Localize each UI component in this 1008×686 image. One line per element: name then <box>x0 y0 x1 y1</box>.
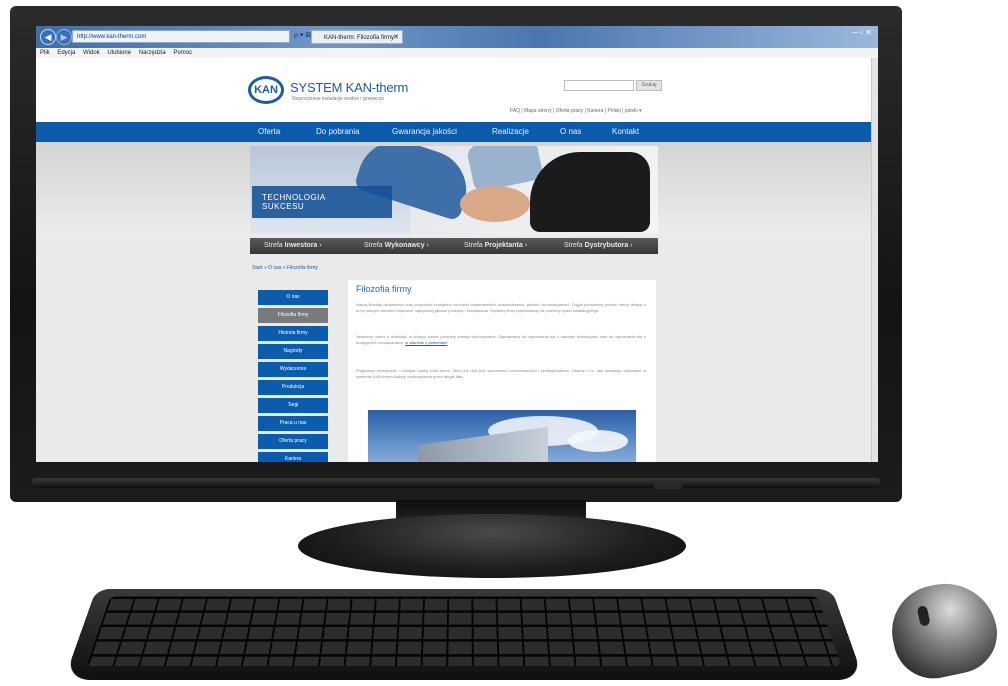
back-arrow-icon[interactable]: ◀ <box>40 29 56 45</box>
browser-tab[interactable]: KAN-therm: Filozofia firmy ✕ <box>311 30 403 44</box>
tab-close-icon[interactable]: ✕ <box>393 31 399 45</box>
content-link[interactable]: w zakresie z partnerami <box>405 340 447 345</box>
mouse-wheel <box>916 605 931 627</box>
power-button <box>654 483 682 489</box>
zone-link-inwestora[interactable]: Strefa Inwestora › <box>264 238 322 254</box>
monitor-screen: ◀ ▶ http://www.kan-therm.com ρ ▾ ⊠ C ✕ K… <box>36 26 878 462</box>
sidebar-item[interactable]: Historia firmy <box>258 326 328 341</box>
zone-link-wykonawcy[interactable]: Strefa Wykonawcy › <box>364 238 429 254</box>
hero-arm <box>530 152 650 232</box>
keyboard <box>64 589 864 680</box>
menu-item[interactable]: Widok <box>83 50 100 56</box>
sidebar-item[interactable]: Nagrody <box>258 344 328 359</box>
menu-item[interactable]: Plik <box>40 50 50 56</box>
zone-name: Dystrybutora <box>584 242 629 249</box>
zone-prefix: Strefa <box>464 242 483 249</box>
nav-item-realizacje[interactable]: Realizacje <box>492 122 529 142</box>
site-header: KAN SYSTEM KAN-therm Nowoczesne instalac… <box>36 58 872 122</box>
sidebar-item[interactable]: Kariera <box>258 452 328 462</box>
menu-item[interactable]: Ulubione <box>107 50 131 56</box>
photo-cloud <box>568 430 628 452</box>
page-title: Filozofia firmy <box>356 284 412 294</box>
nav-item-oferta[interactable]: Oferta <box>258 122 280 142</box>
zone-bar: Strefa Inwestora › Strefa Wykonawcy › St… <box>250 238 658 254</box>
building-photo <box>368 410 636 462</box>
main-navigation: Oferta Do pobrania Gwarancja jakości Rea… <box>36 122 872 142</box>
top-links[interactable]: FAQ | Mapa strony | Oferta pracy | Karie… <box>510 108 642 114</box>
zone-prefix: Strefa <box>564 242 583 249</box>
browser-titlebar: ◀ ▶ http://www.kan-therm.com ρ ▾ ⊠ C ✕ K… <box>36 26 878 48</box>
content-paragraph: Jesteśmy dumni z realizacji, w których n… <box>356 334 646 346</box>
zone-link-dystrybutora[interactable]: Strefa Dystrybutora › <box>564 238 633 254</box>
zone-link-projektanta[interactable]: Strefa Projektanta › <box>464 238 527 254</box>
search-input[interactable] <box>564 80 634 91</box>
address-bar[interactable]: http://www.kan-therm.com <box>72 30 290 43</box>
zone-name: Projektanta <box>484 242 523 249</box>
window-controls[interactable]: ─ ▫ ✕ <box>852 28 872 37</box>
main-content: Filozofia firmy Naszą filozofię działaln… <box>348 280 656 462</box>
zone-prefix: Strefa <box>264 242 283 249</box>
sidebar-item[interactable]: Produkcja <box>258 380 328 395</box>
monitor-stand <box>298 514 686 578</box>
menu-item[interactable]: Edycja <box>57 50 75 56</box>
content-paragraph: Pragniemy wzmacniać i rozwijać markę KAN… <box>356 368 646 379</box>
zone-name: Wykonawcy <box>384 242 425 249</box>
menu-item[interactable]: Narzędzia <box>139 50 166 56</box>
logo-tagline: Nowoczesne instalacje wodne i grzewcze <box>292 96 384 102</box>
sidebar-menu: O nas Filozofia firmy Historia firmy Nag… <box>258 290 328 462</box>
content-paragraph: Naszą filozofię działalności oraz przysz… <box>356 302 646 313</box>
sidebar-item-active[interactable]: Filozofia firmy <box>258 308 328 323</box>
nav-item-do-pobrania[interactable]: Do pobrania <box>316 122 360 142</box>
nav-item-o-nas[interactable]: O nas <box>560 122 581 142</box>
hero-banner: TECHNOLOGIA SUKCESU <box>250 146 658 234</box>
mouse <box>883 574 1005 686</box>
sidebar-item[interactable]: Praca u nas <box>258 416 328 431</box>
web-page: KAN SYSTEM KAN-therm Nowoczesne instalac… <box>36 58 872 462</box>
nav-item-gwarancja[interactable]: Gwarancja jakości <box>392 122 457 142</box>
forward-arrow-icon[interactable]: ▶ <box>56 29 72 45</box>
hero-label-line: TECHNOLOGIA <box>262 193 326 202</box>
paragraph-text: Jesteśmy dumni z realizacji, w których n… <box>356 334 646 345</box>
hero-label: TECHNOLOGIA SUKCESU <box>252 186 392 218</box>
sidebar-item[interactable]: Oferta pracy <box>258 434 328 449</box>
tab-label: KAN-therm: Filozofia firmy <box>324 35 395 41</box>
menu-item[interactable]: Pomoc <box>173 50 192 56</box>
photo-building <box>418 426 548 462</box>
search-button[interactable]: Szukaj <box>636 80 662 91</box>
page-scrollbar[interactable] <box>871 58 878 462</box>
zone-prefix: Strefa <box>364 242 383 249</box>
keyboard-keys <box>86 596 842 667</box>
monitor-bottom-strip <box>32 478 880 488</box>
kan-logo-icon[interactable]: KAN <box>248 76 284 104</box>
hero-hands <box>460 186 530 222</box>
logo-text[interactable]: SYSTEM KAN-therm <box>290 80 408 95</box>
sidebar-item[interactable]: Wydarzenia <box>258 362 328 377</box>
hero-label-line: SUKCESU <box>262 202 305 211</box>
zone-name: Inwestora <box>284 242 318 249</box>
breadcrumb[interactable]: Start » O nas » Filozofia firmy <box>252 265 318 271</box>
sidebar-item[interactable]: O nas <box>258 290 328 305</box>
nav-item-kontakt[interactable]: Kontakt <box>612 122 639 142</box>
sidebar-item[interactable]: Targi <box>258 398 328 413</box>
